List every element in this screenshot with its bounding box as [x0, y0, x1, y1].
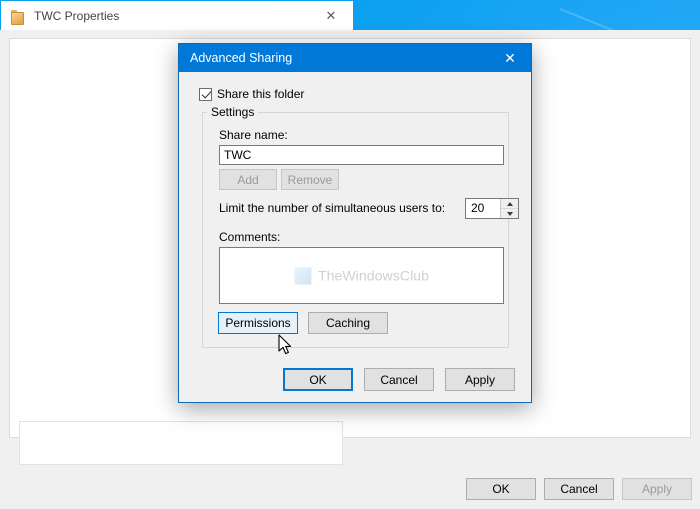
- spinner-down-icon[interactable]: [501, 209, 518, 218]
- share-name-input[interactable]: [219, 145, 504, 165]
- properties-apply-button: Apply: [622, 478, 692, 500]
- limit-users-row: Limit the number of simultaneous users t…: [219, 198, 531, 220]
- thewindowsclub-watermark-text: TheWindowsClub: [317, 267, 430, 284]
- share-name-button-row: Add Remove: [219, 169, 339, 190]
- properties-ok-button[interactable]: OK: [466, 478, 536, 500]
- advanced-sharing-title-bar: Advanced Sharing ✕: [179, 44, 531, 72]
- permissions-caching-row: Permissions Caching: [218, 312, 388, 334]
- thewindowsclub-logo-icon: [293, 267, 311, 284]
- limit-users-stepper[interactable]: 20: [465, 198, 519, 219]
- folder-icon: [11, 9, 25, 25]
- advanced-sharing-button-row: OK Cancel Apply: [283, 368, 515, 391]
- properties-inner-field: [19, 421, 343, 465]
- advanced-sharing-title: Advanced Sharing: [190, 51, 293, 65]
- limit-users-spin-buttons: [500, 199, 518, 218]
- comments-input[interactable]: TheWindowsClub: [219, 247, 504, 304]
- limit-users-label: Limit the number of simultaneous users t…: [219, 201, 446, 215]
- spinner-up-icon[interactable]: [501, 199, 518, 209]
- properties-cancel-button[interactable]: Cancel: [544, 478, 614, 500]
- share-name-label: Share name:: [219, 128, 288, 142]
- share-this-folder-label: Share this folder: [217, 87, 305, 101]
- close-icon[interactable]: ✕: [489, 44, 531, 72]
- limit-users-value[interactable]: 20: [466, 199, 500, 218]
- advanced-ok-button[interactable]: OK: [283, 368, 353, 391]
- caching-button[interactable]: Caching: [308, 312, 388, 334]
- advanced-apply-button[interactable]: Apply: [445, 368, 515, 391]
- share-this-folder-checkbox[interactable]: [199, 87, 212, 101]
- share-this-folder-checkbox-row[interactable]: Share this folder: [199, 87, 304, 101]
- properties-title-bar: TWC Properties ✕: [1, 1, 353, 31]
- advanced-cancel-button[interactable]: Cancel: [364, 368, 434, 391]
- comments-label: Comments:: [219, 230, 281, 244]
- add-button: Add: [219, 169, 277, 190]
- advanced-sharing-dialog: Advanced Sharing ✕ Share this folder Set…: [178, 43, 532, 403]
- properties-window-title: TWC Properties: [34, 9, 120, 23]
- properties-button-row: OK Cancel Apply: [466, 478, 692, 500]
- permissions-button[interactable]: Permissions: [218, 312, 298, 334]
- thewindowsclub-watermark: TheWindowsClub: [293, 267, 430, 284]
- advanced-sharing-body: Share this folder Settings Share name: A…: [179, 72, 531, 402]
- remove-button: Remove: [281, 169, 339, 190]
- close-icon[interactable]: ✕: [309, 1, 353, 31]
- settings-group-label: Settings: [207, 105, 259, 119]
